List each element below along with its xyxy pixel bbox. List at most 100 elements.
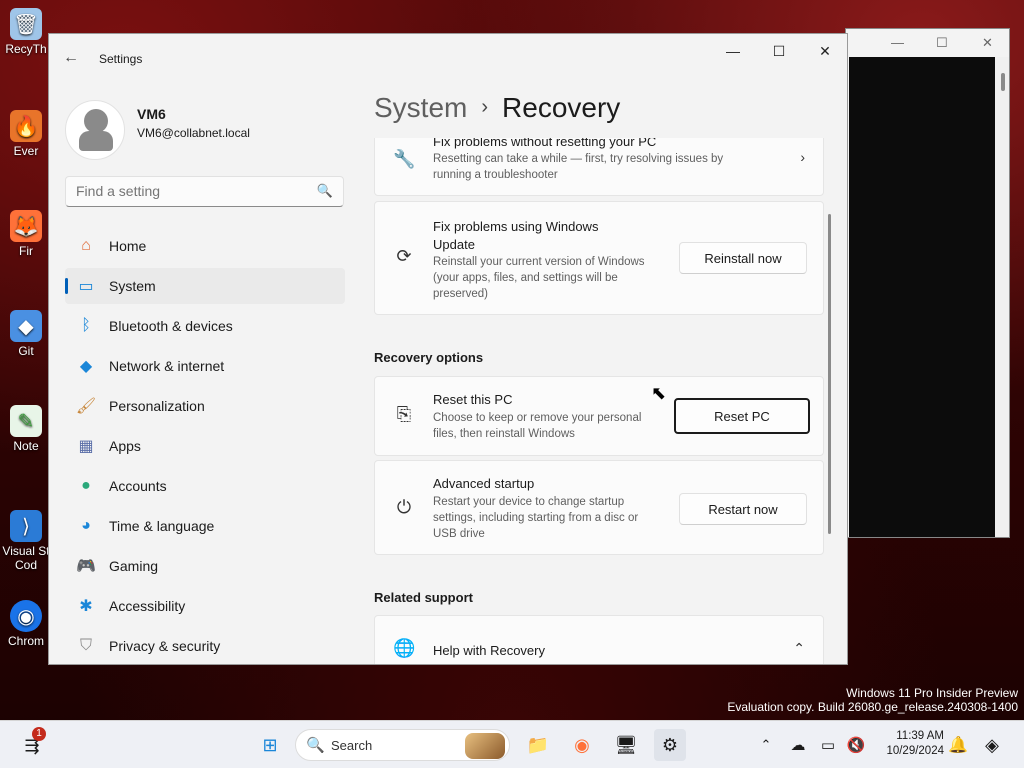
help-with-recovery-card[interactable]: 🌐 Help with Recovery ⌃ bbox=[374, 615, 824, 664]
notepad-icon: ✎ bbox=[10, 405, 42, 437]
chrome-icon: ◉ bbox=[10, 600, 42, 632]
sidebar-item-system[interactable]: ▭ System bbox=[65, 268, 345, 304]
sidebar-item-gaming[interactable]: 🎮 Gaming bbox=[65, 548, 345, 584]
card-description: Resetting can take a while — first, try … bbox=[433, 153, 724, 181]
search-input[interactable] bbox=[76, 183, 306, 199]
brush-icon: 🖌 bbox=[75, 398, 97, 415]
sidebar-item-accounts[interactable]: ● Accounts bbox=[65, 468, 345, 504]
wifi-icon: ◆ bbox=[79, 358, 93, 375]
sidebar-item-apps[interactable]: ▦ Apps bbox=[65, 428, 345, 464]
fix-windows-update-card: ⟳ Fix problems using Windows Update Rein… bbox=[374, 201, 824, 315]
back-arrow-icon[interactable]: ← bbox=[63, 49, 81, 67]
desktop-icon-label: Chrom bbox=[7, 634, 44, 648]
sidebar-item-home[interactable]: ⌂ Home bbox=[65, 228, 345, 264]
firefox-icon: 🦊 bbox=[10, 210, 42, 242]
taskbar: ⇶ ⊞ 🔍 Search 📁 ◉ 🖥 ⚙ ⌃ ☁ ▭ 🔇 11:39 AM 10… bbox=[0, 720, 1024, 768]
accessibility-icon: ✱ bbox=[79, 598, 93, 615]
terminal-output[interactable] bbox=[849, 57, 1003, 537]
taskbar-search-label: Search bbox=[331, 738, 373, 753]
app-title: Settings bbox=[99, 52, 143, 66]
system-clock[interactable]: 11:39 AM 10/29/2024 bbox=[886, 729, 944, 759]
sync-icon: ⟳ bbox=[396, 246, 412, 266]
sidebar-nav: ⌂ Home ▭ System ᛒ Bluetooth & devices ◆ … bbox=[65, 228, 345, 664]
search-icon: 🔍 bbox=[306, 737, 325, 754]
sidebar-item-label: System bbox=[109, 278, 156, 294]
desktop-icon-recycle-bin[interactable]: 🗑 RecyTh bbox=[2, 8, 50, 56]
desktop-icon-firefox[interactable]: 🦊 Fir bbox=[2, 210, 50, 258]
recovery-scroll-area[interactable]: 🔧 Fix problems without resetting your PC… bbox=[374, 138, 834, 664]
reset-pc-icon: ⎘ bbox=[396, 404, 412, 424]
settings-search-box[interactable]: 🔍 bbox=[65, 176, 344, 207]
app-icon[interactable]: 🖥 bbox=[610, 729, 642, 761]
sidebar-item-personalization[interactable]: 🖌 Personalization bbox=[65, 388, 345, 424]
copilot-icon[interactable]: ◈ bbox=[976, 729, 1008, 761]
file-explorer-icon[interactable]: 📁 bbox=[522, 729, 554, 761]
globe-icon: 🌐 bbox=[393, 638, 416, 658]
reset-pc-card: ⎘ Reset this PC Choose to keep or remove… bbox=[374, 376, 824, 456]
accounts-icon: ● bbox=[81, 477, 91, 494]
terminal-titlebar[interactable]: — ☐ ✕ bbox=[846, 29, 1009, 57]
avatar-body bbox=[79, 131, 113, 151]
restart-now-button[interactable]: Restart now bbox=[679, 493, 807, 525]
network-icon[interactable]: ☁ bbox=[782, 729, 814, 761]
settings-gear-icon[interactable]: ⚙ bbox=[654, 729, 686, 761]
terminal-scrollbar[interactable] bbox=[995, 57, 1009, 537]
wrench-icon: 🔧 bbox=[393, 149, 416, 169]
page-title: Recovery bbox=[502, 92, 621, 123]
sidebar-item-network[interactable]: ◆ Network & internet bbox=[65, 348, 345, 384]
close-icon[interactable]: ✕ bbox=[982, 35, 993, 51]
terminal-scrollbar-thumb[interactable] bbox=[1001, 73, 1005, 91]
desktop-icon-notepad[interactable]: ✎ Note bbox=[2, 405, 50, 453]
desktop-icon-label: Ever bbox=[13, 144, 39, 158]
clock-time: 11:39 AM bbox=[896, 730, 944, 742]
desktop-icon-label: Visual St Cod bbox=[2, 544, 50, 572]
chevron-up-icon[interactable]: ⌃ bbox=[750, 729, 782, 761]
settings-window[interactable]: ← Settings — ☐ ✕ VM6 VM6@collabnet.local… bbox=[48, 33, 848, 665]
firefox-icon[interactable]: ◉ bbox=[566, 729, 598, 761]
card-title: Help with Recovery bbox=[433, 643, 545, 658]
desktop-icon-ever[interactable]: 🔥 Ever bbox=[2, 110, 50, 158]
background-terminal-window[interactable]: — ☐ ✕ bbox=[845, 28, 1010, 538]
desktop-icon-vscode[interactable]: ⟩ Visual St Cod bbox=[2, 510, 50, 572]
search-icon[interactable]: 🔍 bbox=[317, 183, 333, 199]
sidebar-item-bluetooth[interactable]: ᛒ Bluetooth & devices bbox=[65, 308, 345, 344]
home-icon: ⌂ bbox=[81, 237, 91, 254]
breadcrumb-parent[interactable]: System bbox=[374, 92, 467, 123]
desktop-icon-label: Note bbox=[13, 439, 39, 453]
recovery-options-heading: Recovery options bbox=[374, 350, 484, 365]
card-title: Fix problems using Windows Update bbox=[433, 219, 599, 252]
notification-bell-icon[interactable]: 🔔 bbox=[942, 729, 974, 761]
system-icon: ▭ bbox=[78, 278, 94, 295]
content-scrollbar[interactable] bbox=[828, 214, 831, 534]
card-title: Advanced startup bbox=[433, 476, 535, 491]
sidebar-item-time-language[interactable]: ◕ Time & language bbox=[65, 508, 345, 544]
card-title: Fix problems without resetting your PC bbox=[433, 138, 657, 149]
gamepad-icon: 🎮 bbox=[76, 558, 96, 575]
chevron-right-icon[interactable]: › bbox=[800, 149, 805, 165]
desktop-icon-label: Fir bbox=[19, 244, 33, 258]
sidebar-item-label: Accessibility bbox=[109, 598, 186, 614]
desktop-icon-git[interactable]: ◆ Git bbox=[2, 310, 50, 358]
shield-icon: ⛉ bbox=[79, 637, 92, 654]
avatar[interactable] bbox=[65, 100, 125, 160]
taskbar-search-box[interactable]: 🔍 Search bbox=[295, 729, 510, 761]
desktop-icon-chrome[interactable]: ◉ Chrom bbox=[2, 600, 50, 648]
sidebar-item-accessibility[interactable]: ✱ Accessibility bbox=[65, 588, 345, 624]
recycle-bin-icon: 🗑 bbox=[10, 8, 42, 40]
breadcrumb-separator: › bbox=[481, 96, 489, 118]
sidebar-item-label: Gaming bbox=[109, 558, 159, 574]
reset-pc-button[interactable]: Reset PC bbox=[674, 398, 810, 434]
fix-troubleshooter-card[interactable]: 🔧 Fix problems without resetting your PC… bbox=[374, 138, 824, 196]
minimize-icon[interactable]: — bbox=[891, 35, 904, 50]
card-description: Restart your device to change startup se… bbox=[433, 496, 639, 540]
app-shortcut-icon: 🔥 bbox=[10, 110, 42, 142]
chevron-up-icon[interactable]: ⌃ bbox=[793, 640, 805, 657]
maximize-icon[interactable]: ☐ bbox=[936, 35, 948, 51]
speaker-icon[interactable]: 🔇 bbox=[840, 729, 872, 761]
start-button-icon[interactable]: ⊞ bbox=[254, 729, 286, 761]
card-description: Reinstall your current version of Window… bbox=[433, 256, 645, 300]
breadcrumb: System › Recovery bbox=[374, 92, 620, 124]
reinstall-now-button[interactable]: Reinstall now bbox=[679, 242, 807, 274]
sidebar-item-privacy-security[interactable]: ⛉ Privacy & security bbox=[65, 628, 345, 664]
sidebar-item-label: Network & internet bbox=[109, 358, 225, 374]
